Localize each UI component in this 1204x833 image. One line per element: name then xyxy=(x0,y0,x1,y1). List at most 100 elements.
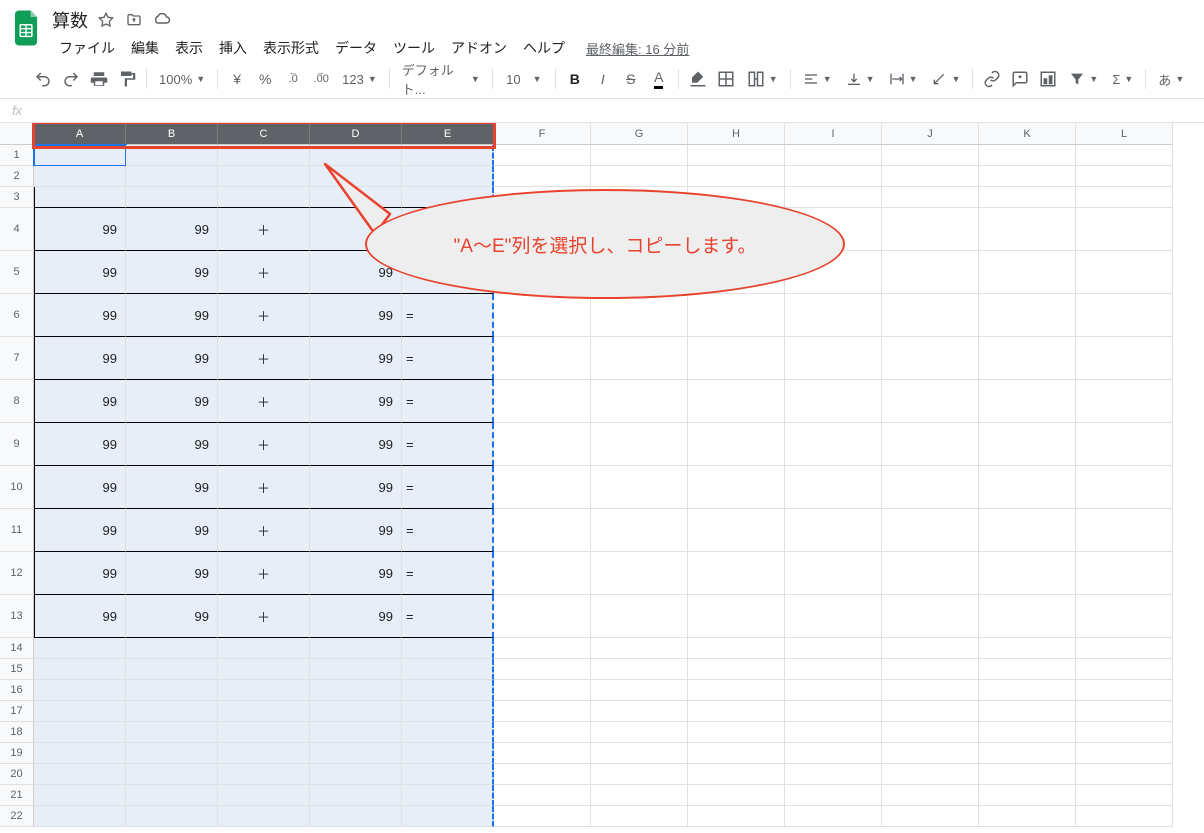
cell-G14[interactable] xyxy=(591,638,688,659)
cell-I17[interactable] xyxy=(785,701,882,722)
cell-I9[interactable] xyxy=(785,423,882,466)
cell-E4[interactable]: = xyxy=(402,208,494,251)
cell-B14[interactable] xyxy=(126,638,218,659)
row-header-20[interactable]: 20 xyxy=(0,764,34,785)
merge-button[interactable]: ▼ xyxy=(741,66,784,92)
cell-J7[interactable] xyxy=(882,337,979,380)
cell-H7[interactable] xyxy=(688,337,785,380)
cell-L11[interactable] xyxy=(1076,509,1173,552)
menu-ファイル[interactable]: ファイル xyxy=(52,34,122,62)
row-header-8[interactable]: 8 xyxy=(0,380,34,423)
cell-J6[interactable] xyxy=(882,294,979,337)
cell-B20[interactable] xyxy=(126,764,218,785)
cell-F7[interactable] xyxy=(494,337,591,380)
menu-ヘルプ[interactable]: ヘルプ xyxy=(516,34,572,62)
cell-K4[interactable] xyxy=(979,208,1076,251)
cell-K19[interactable] xyxy=(979,743,1076,764)
cell-B3[interactable] xyxy=(126,187,218,208)
cell-L9[interactable] xyxy=(1076,423,1173,466)
cell-G18[interactable] xyxy=(591,722,688,743)
cell-I8[interactable] xyxy=(785,380,882,423)
col-header-E[interactable]: E xyxy=(402,123,494,145)
row-header-18[interactable]: 18 xyxy=(0,722,34,743)
cell-A14[interactable] xyxy=(34,638,126,659)
cell-A15[interactable] xyxy=(34,659,126,680)
cell-H6[interactable] xyxy=(688,294,785,337)
cell-H14[interactable] xyxy=(688,638,785,659)
cell-L10[interactable] xyxy=(1076,466,1173,509)
menu-編集[interactable]: 編集 xyxy=(124,34,166,62)
cell-F17[interactable] xyxy=(494,701,591,722)
cell-J1[interactable] xyxy=(882,145,979,166)
col-header-I[interactable]: I xyxy=(785,123,882,145)
cell-K6[interactable] xyxy=(979,294,1076,337)
cell-I6[interactable] xyxy=(785,294,882,337)
cell-A2[interactable] xyxy=(34,166,126,187)
cell-D6[interactable]: 99 xyxy=(310,294,402,337)
cell-I20[interactable] xyxy=(785,764,882,785)
row-header-21[interactable]: 21 xyxy=(0,785,34,806)
cell-J14[interactable] xyxy=(882,638,979,659)
cell-G1[interactable] xyxy=(591,145,688,166)
cell-C11[interactable]: ＋ xyxy=(218,509,310,552)
cell-A16[interactable] xyxy=(34,680,126,701)
cell-E10[interactable]: = xyxy=(402,466,494,509)
cell-D12[interactable]: 99 xyxy=(310,552,402,595)
cell-G17[interactable] xyxy=(591,701,688,722)
cell-F21[interactable] xyxy=(494,785,591,806)
cell-I22[interactable] xyxy=(785,806,882,827)
cell-I7[interactable] xyxy=(785,337,882,380)
cell-J17[interactable] xyxy=(882,701,979,722)
cell-E22[interactable] xyxy=(402,806,494,827)
font-select[interactable]: デフォルト... ▼ xyxy=(396,66,486,92)
cell-F9[interactable] xyxy=(494,423,591,466)
cell-C19[interactable] xyxy=(218,743,310,764)
cell-B12[interactable]: 99 xyxy=(126,552,218,595)
decrease-decimal-button[interactable]: .0← xyxy=(280,66,306,92)
cell-L1[interactable] xyxy=(1076,145,1173,166)
strike-button[interactable]: S xyxy=(618,66,644,92)
filter-button[interactable]: ▼ xyxy=(1063,66,1104,92)
borders-button[interactable] xyxy=(713,66,739,92)
cell-I12[interactable] xyxy=(785,552,882,595)
cell-G9[interactable] xyxy=(591,423,688,466)
cell-K18[interactable] xyxy=(979,722,1076,743)
cell-H9[interactable] xyxy=(688,423,785,466)
cell-K21[interactable] xyxy=(979,785,1076,806)
cell-K12[interactable] xyxy=(979,552,1076,595)
cell-B21[interactable] xyxy=(126,785,218,806)
cell-A18[interactable] xyxy=(34,722,126,743)
cell-J12[interactable] xyxy=(882,552,979,595)
cell-K1[interactable] xyxy=(979,145,1076,166)
cell-E19[interactable] xyxy=(402,743,494,764)
cell-D22[interactable] xyxy=(310,806,402,827)
cell-I3[interactable] xyxy=(785,187,882,208)
row-header-15[interactable]: 15 xyxy=(0,659,34,680)
cell-K10[interactable] xyxy=(979,466,1076,509)
cell-A9[interactable]: 99 xyxy=(34,423,126,466)
sheets-logo[interactable] xyxy=(8,8,48,48)
cell-F16[interactable] xyxy=(494,680,591,701)
cell-L2[interactable] xyxy=(1076,166,1173,187)
cell-J21[interactable] xyxy=(882,785,979,806)
cell-D2[interactable] xyxy=(310,166,402,187)
cell-K20[interactable] xyxy=(979,764,1076,785)
cell-J22[interactable] xyxy=(882,806,979,827)
cell-E18[interactable] xyxy=(402,722,494,743)
row-header-16[interactable]: 16 xyxy=(0,680,34,701)
chart-button[interactable] xyxy=(1035,66,1061,92)
cell-J15[interactable] xyxy=(882,659,979,680)
menu-アドオン[interactable]: アドオン xyxy=(444,34,514,62)
cell-L21[interactable] xyxy=(1076,785,1173,806)
cell-F2[interactable] xyxy=(494,166,591,187)
cell-C15[interactable] xyxy=(218,659,310,680)
cell-B7[interactable]: 99 xyxy=(126,337,218,380)
cell-C12[interactable]: ＋ xyxy=(218,552,310,595)
cell-H5[interactable] xyxy=(688,251,785,294)
cell-H15[interactable] xyxy=(688,659,785,680)
cell-D3[interactable] xyxy=(310,187,402,208)
cell-C18[interactable] xyxy=(218,722,310,743)
cell-L20[interactable] xyxy=(1076,764,1173,785)
cell-F12[interactable] xyxy=(494,552,591,595)
cell-D11[interactable]: 99 xyxy=(310,509,402,552)
